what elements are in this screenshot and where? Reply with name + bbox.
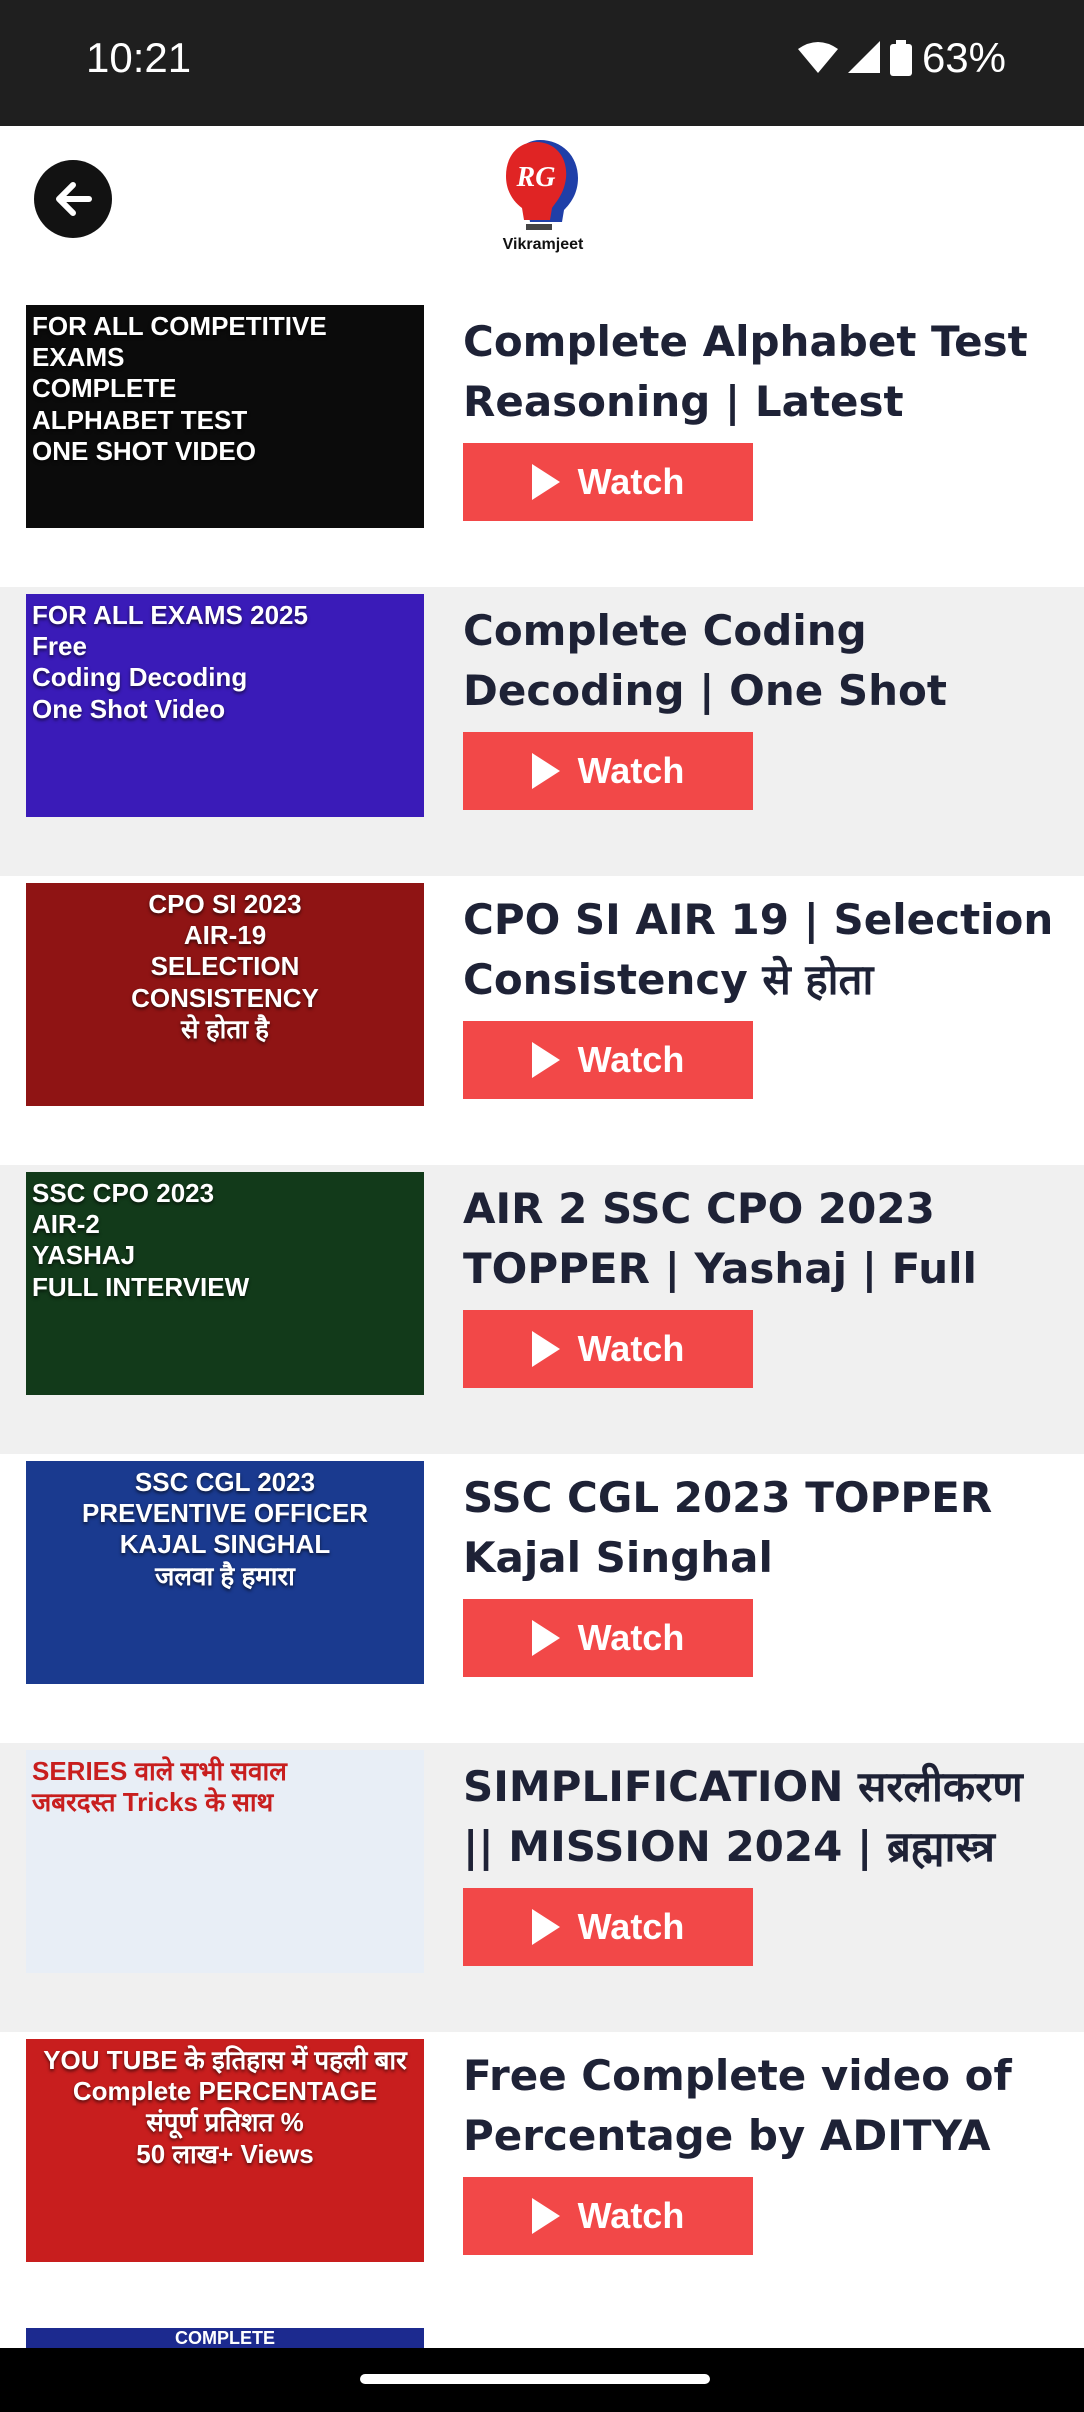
video-thumbnail[interactable]: FOR ALL EXAMS 2025 Free Coding Decoding … [26, 594, 424, 817]
thumbnail-text: FOR ALL COMPETITIVE EXAMS COMPLETE ALPHA… [32, 311, 327, 466]
play-icon [531, 2198, 560, 2234]
status-bar: 10:21 63% [0, 0, 1084, 126]
wifi-icon [797, 42, 838, 73]
video-title[interactable]: Complete Alphabet Test Reasoning | Lates… [463, 312, 1063, 432]
video-title[interactable]: CPO SI AIR 19 | Selection Consistency से… [463, 890, 1063, 1010]
list-item[interactable]: SSC CGL 2023 PREVENTIVE OFFICER KAJAL SI… [0, 1454, 1084, 1743]
back-button[interactable] [34, 160, 112, 238]
video-thumbnail[interactable]: YOU TUBE के इतिहास में पहली बार Complete… [26, 2039, 424, 2262]
watch-button[interactable]: Watch [463, 443, 753, 521]
list-item[interactable]: SSC CPO 2023 AIR-2 YASHAJ FULL INTERVIEW… [0, 1165, 1084, 1454]
video-thumbnail[interactable]: SERIES वाले सभी सवाल जबरदस्त Tricks के स… [26, 1750, 424, 1973]
play-icon [531, 1909, 560, 1945]
list-item[interactable]: FOR ALL COMPETITIVE EXAMS COMPLETE ALPHA… [0, 298, 1084, 587]
list-item[interactable]: YOU TUBE के इतिहास में पहली बार Complete… [0, 2032, 1084, 2321]
watch-button[interactable]: Watch [463, 1310, 753, 1388]
battery-icon [889, 40, 912, 76]
watch-button[interactable]: Watch [463, 2177, 753, 2255]
list-item-partial[interactable]: COMPLETE [0, 2320, 1084, 2350]
watch-button[interactable]: Watch [463, 1888, 753, 1966]
thumbnail-text: SERIES वाले सभी सवाल जबरदस्त Tricks के स… [32, 1756, 287, 1818]
thumbnail-text: CPO SI 2023 AIR-19 SELECTION CONSISTENCY… [131, 889, 319, 1044]
watch-label: Watch [577, 1617, 685, 1658]
video-thumbnail[interactable]: CPO SI 2023 AIR-19 SELECTION CONSISTENCY… [26, 883, 424, 1106]
brand-name: Vikramjeet [502, 236, 584, 253]
video-title[interactable]: Complete Coding Decoding | One Shot Vide… [463, 601, 1063, 721]
video-title[interactable]: SIMPLIFICATION सरलीकरण || MISSION 2024 |… [463, 1757, 1063, 1877]
app-header: RG Vikramjeet [0, 126, 1084, 298]
status-icons: 63% [797, 34, 1006, 82]
video-thumbnail[interactable]: SSC CGL 2023 PREVENTIVE OFFICER KAJAL SI… [26, 1461, 424, 1684]
video-thumbnail[interactable]: COMPLETE [26, 2328, 424, 2350]
play-icon [531, 753, 560, 789]
list-item[interactable]: FOR ALL EXAMS 2025 Free Coding Decoding … [0, 587, 1084, 876]
video-title[interactable]: AIR 2 SSC CPO 2023 TOPPER | Yashaj | Ful… [463, 1179, 1063, 1299]
video-thumbnail[interactable]: FOR ALL COMPETITIVE EXAMS COMPLETE ALPHA… [26, 305, 424, 528]
video-thumbnail[interactable]: SSC CPO 2023 AIR-2 YASHAJ FULL INTERVIEW [26, 1172, 424, 1395]
thumbnail-text: SSC CPO 2023 AIR-2 YASHAJ FULL INTERVIEW [32, 1178, 250, 1302]
watch-label: Watch [577, 461, 685, 502]
watch-label: Watch [577, 1328, 685, 1369]
thumbnail-text: YOU TUBE के इतिहास में पहली बार Complete… [43, 2045, 407, 2169]
logo-letters: RG [516, 162, 556, 193]
status-time: 10:21 [86, 34, 192, 81]
watch-label: Watch [577, 750, 685, 791]
video-title[interactable]: SSC CGL 2023 TOPPER Kajal Singhal PREVEN… [463, 1468, 1063, 1588]
play-icon [531, 464, 560, 500]
watch-button[interactable]: Watch [463, 1599, 753, 1677]
system-nav-bar [0, 2348, 1084, 2412]
logo-icon: RG [506, 140, 578, 230]
thumbnail-text: SSC CGL 2023 PREVENTIVE OFFICER KAJAL SI… [81, 1467, 369, 1591]
home-gesture-handle[interactable] [360, 2374, 710, 2384]
watch-label: Watch [577, 1906, 685, 1947]
watch-button[interactable]: Watch [463, 732, 753, 810]
play-icon [531, 1042, 560, 1078]
signal-icon [847, 41, 880, 73]
video-list: FOR ALL COMPETITIVE EXAMS COMPLETE ALPHA… [0, 298, 1084, 2321]
arrow-left-icon [56, 182, 92, 216]
video-title[interactable]: Free Complete video of Percentage by ADI… [463, 2046, 1063, 2166]
play-icon [531, 1620, 560, 1656]
watch-button[interactable]: Watch [463, 1021, 753, 1099]
battery-percent: 63% [921, 34, 1006, 81]
brand-logo: RG Vikramjeet [500, 136, 586, 254]
thumbnail-text: FOR ALL EXAMS 2025 Free Coding Decoding … [32, 600, 308, 724]
watch-label: Watch [577, 1039, 685, 1080]
watch-label: Watch [577, 2195, 685, 2236]
play-icon [531, 1331, 560, 1367]
list-item[interactable]: CPO SI 2023 AIR-19 SELECTION CONSISTENCY… [0, 876, 1084, 1165]
list-item[interactable]: SERIES वाले सभी सवाल जबरदस्त Tricks के स… [0, 1743, 1084, 2032]
